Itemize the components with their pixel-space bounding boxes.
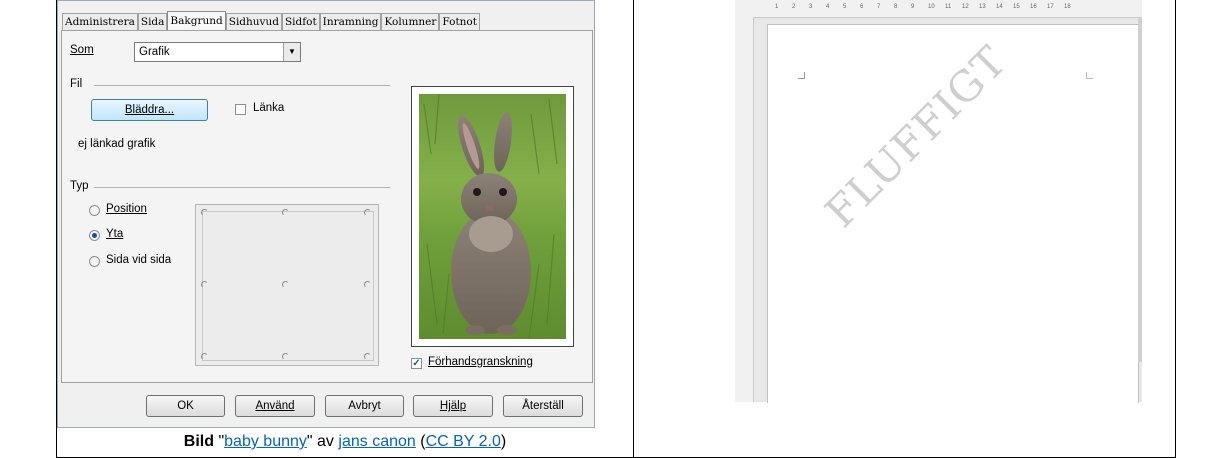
- browse-button[interactable]: Bläddra...: [91, 99, 208, 121]
- tab-sidfot[interactable]: Sidfot: [281, 13, 320, 31]
- bunny-illustration: [423, 94, 558, 339]
- image-caption: Bild "baby bunny" av jans canon (CC BY 2…: [57, 428, 633, 457]
- ruler-tick-label: 7: [877, 4, 881, 10]
- caption-author-link[interactable]: jans canon: [338, 433, 415, 450]
- caption-bold-word: Bild: [183, 433, 215, 450]
- position-top-right[interactable]: [364, 209, 371, 216]
- preview-checkbox-label[interactable]: Förhandsgranskning: [428, 356, 533, 368]
- typ-label: Typ: [70, 180, 89, 192]
- ruler-tick-label: 10: [928, 4, 935, 10]
- tab-administrera[interactable]: Administrera: [62, 13, 138, 31]
- tab-fotnot[interactable]: Fotnot: [439, 13, 480, 31]
- position-bottom-right[interactable]: [364, 353, 371, 360]
- bunny-photo: [419, 94, 566, 339]
- ruler-tick-label: 11: [945, 4, 952, 10]
- background-tab-panel: Som Grafik ▼ Fil Bläddra... Länka ej län…: [61, 30, 593, 383]
- tab-bar: Administrera Sida Bakgrund Sidhuvud Sidf…: [62, 11, 480, 31]
- som-select-value: Grafik: [139, 46, 170, 58]
- som-select[interactable]: Grafik ▼: [134, 42, 301, 62]
- position-bottom-center[interactable]: [282, 353, 289, 360]
- apply-button[interactable]: Använd: [235, 395, 315, 417]
- apply-button-label: Använd: [255, 400, 295, 412]
- ok-button[interactable]: OK: [146, 395, 225, 417]
- help-button[interactable]: Hjälp: [413, 395, 493, 417]
- caption-license-link[interactable]: CC BY 2.0: [426, 433, 501, 450]
- help-button-label: Hjälp: [439, 400, 467, 412]
- link-status-text: ej länkad grafik: [78, 138, 156, 150]
- ruler-tick-label: 3: [809, 4, 813, 10]
- ruler-tick-label: 15: [1013, 4, 1020, 10]
- position-top-left[interactable]: [201, 209, 208, 216]
- ruler-tick-label: 12: [962, 4, 969, 10]
- radio-yta[interactable]: [89, 230, 100, 241]
- vertical-ruler[interactable]: [735, 17, 754, 402]
- ruler-tick-label: 13: [979, 4, 986, 10]
- position-bottom-left[interactable]: [201, 353, 208, 360]
- link-checkbox[interactable]: [235, 104, 246, 115]
- preview-checkbox[interactable]: ✓: [411, 358, 422, 369]
- ruler-tick-label: 1: [775, 4, 779, 10]
- tab-bakgrund[interactable]: Bakgrund: [167, 11, 226, 31]
- document-sheet[interactable]: FLUFFIGT: [767, 24, 1139, 403]
- reset-button[interactable]: Återställ: [503, 395, 583, 417]
- chevron-down-icon[interactable]: ▼: [283, 43, 300, 61]
- ruler-tick-label: 9: [911, 4, 915, 10]
- fil-label: Fil: [70, 78, 83, 90]
- position-middle-left[interactable]: [201, 281, 208, 288]
- caption-quote-close: ": [306, 433, 313, 450]
- position-middle-right[interactable]: [364, 281, 371, 288]
- browse-button-label: Bläddra...: [124, 104, 175, 116]
- background-preview: [411, 86, 574, 347]
- margin-mark-right: [1086, 72, 1093, 79]
- caption-av: av: [317, 433, 334, 450]
- caption-paren-close: ): [500, 433, 507, 450]
- typ-separator: [94, 187, 390, 188]
- cancel-button[interactable]: Avbryt: [325, 395, 404, 417]
- caption-title-link[interactable]: baby bunny: [224, 433, 307, 450]
- ruler-tick-label: 4: [826, 4, 830, 10]
- ruler-tick-label: 17: [1047, 4, 1054, 10]
- scrollbar[interactable]: [1138, 17, 1142, 362]
- position-center[interactable]: [282, 281, 289, 288]
- radio-sida-vid-sida-label[interactable]: Sida vid sida: [106, 254, 171, 266]
- document-page-view: 1 2 3 4 5 6 7 8 9 10 11 12 13 14 15 16 17 18 FLUFFIGT: [735, 0, 1142, 403]
- page-style-dialog: Administrera Sida Bakgrund Sidhuvud Sidf…: [57, 0, 595, 428]
- radio-sida-vid-sida[interactable]: [89, 256, 100, 267]
- som-label: Som: [70, 44, 94, 56]
- ruler-tick-label: 16: [1030, 4, 1037, 10]
- watermark-text: FLUFFIGT: [815, 36, 1017, 237]
- horizontal-ruler[interactable]: 1 2 3 4 5 6 7 8 9 10 11 12 13 14 15 16 17 18: [735, 0, 1142, 18]
- ruler-tick-label: 2: [792, 4, 796, 10]
- radio-position[interactable]: [89, 205, 100, 216]
- ruler-tick-label: 6: [860, 4, 864, 10]
- fil-separator: [94, 85, 390, 86]
- margin-mark-left: [798, 72, 805, 79]
- tab-inramning[interactable]: Inramning: [319, 13, 382, 31]
- ruler-numbers: 1 2 3 4 5 6 7 8 9 10 11 12 13 14 15 16 17 18: [775, 4, 1081, 10]
- ruler-tick-label: 14: [996, 4, 1003, 10]
- position-grid: [195, 204, 379, 366]
- ruler-tick-label: 5: [843, 4, 847, 10]
- radio-yta-label[interactable]: Yta: [106, 228, 123, 240]
- radio-position-label[interactable]: Position: [106, 203, 147, 215]
- ruler-tick-label: 18: [1064, 4, 1071, 10]
- link-checkbox-label[interactable]: Länka: [253, 102, 284, 114]
- tab-kolumner[interactable]: Kolumner: [381, 13, 440, 31]
- tab-sida[interactable]: Sida: [137, 13, 168, 31]
- position-top-center[interactable]: [282, 209, 289, 216]
- ruler-tick-label: 8: [894, 4, 898, 10]
- tab-sidhuvud[interactable]: Sidhuvud: [225, 13, 282, 31]
